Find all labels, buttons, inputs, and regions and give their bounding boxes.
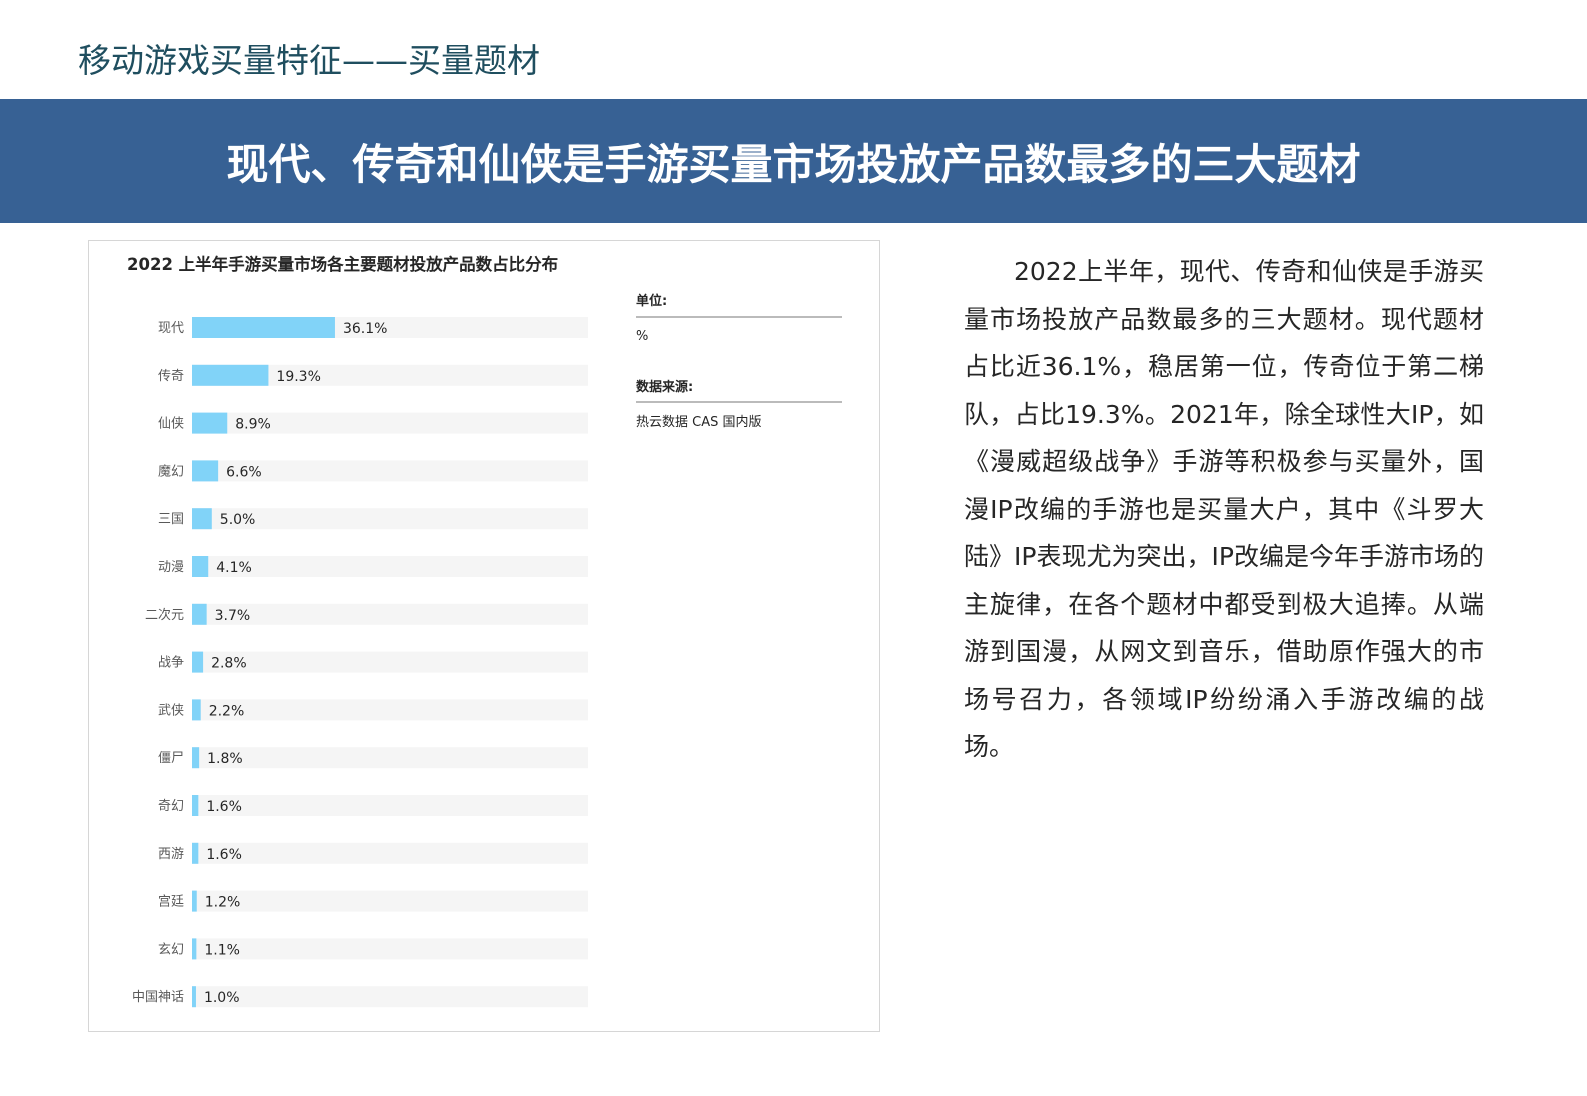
value-label: 36.1% <box>343 321 387 337</box>
bar <box>192 317 335 338</box>
category-label: 动漫 <box>158 560 184 575</box>
bar-track <box>192 842 588 864</box>
analysis-paragraph: 2022上半年，现代、传奇和仙侠是手游买量市场投放产品数最多的三大题材。现代题材… <box>964 257 1484 761</box>
bar-track <box>192 795 588 816</box>
value-label: 1.8% <box>207 751 243 767</box>
category-label: 魔幻 <box>158 464 184 479</box>
unit-value: % <box>636 329 648 344</box>
category-label: 战争 <box>158 656 184 671</box>
bar <box>192 699 201 721</box>
value-label: 5.0% <box>220 512 256 528</box>
value-label: 4.1% <box>216 560 252 576</box>
bar <box>192 412 228 434</box>
bar-track <box>192 986 588 1008</box>
bar-track <box>192 747 588 769</box>
bar <box>192 651 204 673</box>
category-label: 僵尸 <box>158 751 184 766</box>
bar <box>192 556 209 577</box>
unit-label: 单位: <box>636 293 667 309</box>
info-box: 单位: % 数据来源: 热云数据 CAS 国内版 <box>636 293 842 430</box>
bar-track <box>192 699 588 721</box>
bar <box>192 842 199 864</box>
bar-track <box>192 603 588 625</box>
bar-track <box>192 890 588 912</box>
bar <box>192 890 197 912</box>
category-label: 仙侠 <box>158 417 184 432</box>
category-label: 武侠 <box>158 703 184 718</box>
bar-chart: 2022 上半年手游买量市场各主要题材投放产品数占比分布 现代 36.1% 传奇 19… <box>127 254 842 1008</box>
value-label: 1.1% <box>204 942 240 958</box>
value-label: 8.9% <box>235 417 271 433</box>
page-title: 移动游戏买量特征——买量题材 <box>78 41 540 80</box>
category-label: 三国 <box>158 512 184 527</box>
bar-track <box>192 938 588 960</box>
value-label: 1.0% <box>204 990 240 1006</box>
value-label: 19.3% <box>276 369 320 385</box>
value-label: 2.2% <box>209 703 245 719</box>
bar <box>192 747 200 769</box>
value-label: 3.7% <box>215 608 251 624</box>
category-label: 玄幻 <box>158 942 184 957</box>
bar <box>192 986 196 1008</box>
value-label: 1.2% <box>205 895 241 911</box>
bar <box>192 460 219 482</box>
bar-track <box>192 651 588 673</box>
category-label: 中国神话 <box>132 990 184 1005</box>
category-label: 现代 <box>158 321 184 336</box>
chart-panel: 2022 上半年手游买量市场各主要题材投放产品数占比分布 现代 36.1% 传奇 19… <box>88 240 880 1032</box>
value-label: 6.6% <box>226 464 262 480</box>
bar-group: 现代 36.1% 传奇 19.3% 仙侠 8.9% 魔幻 6.6% 三国 5.0% 动漫 4.1% 二次… <box>132 317 588 1008</box>
source-label: 数据来源: <box>636 379 693 395</box>
bar <box>192 603 207 625</box>
bar <box>192 364 269 386</box>
headline-text: 现代、传奇和仙侠是手游买量市场投放产品数最多的三大题材 <box>226 139 1361 189</box>
value-label: 1.6% <box>206 799 242 815</box>
category-label: 传奇 <box>158 368 184 384</box>
category-label: 宫廷 <box>158 895 184 910</box>
category-label: 二次元 <box>145 607 184 623</box>
bar <box>192 508 212 530</box>
headline-banner: 现代、传奇和仙侠是手游买量市场投放产品数最多的三大题材 <box>0 99 1587 223</box>
category-label: 西游 <box>158 847 184 862</box>
source-value: 热云数据 CAS 国内版 <box>636 414 762 430</box>
value-label: 1.6% <box>206 847 242 863</box>
bar <box>192 795 199 816</box>
chart-title: 2022 上半年手游买量市场各主要题材投放产品数占比分布 <box>127 254 558 274</box>
category-label: 奇幻 <box>158 798 184 814</box>
value-label: 2.8% <box>211 656 247 672</box>
bar <box>192 938 197 960</box>
